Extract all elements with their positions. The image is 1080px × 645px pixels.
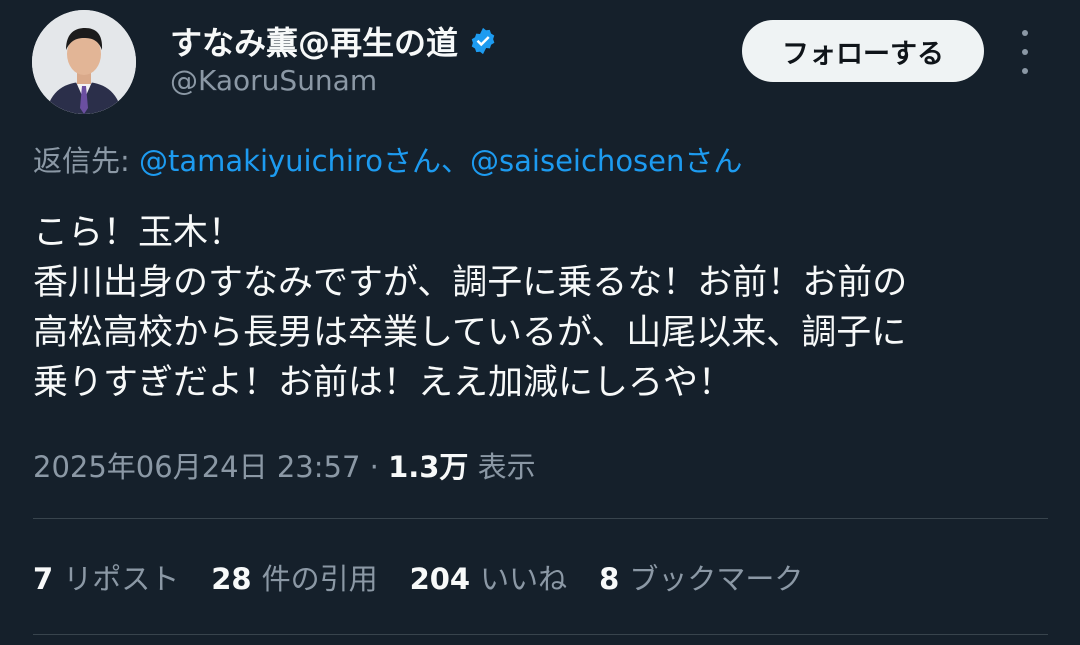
likes-count: 204 — [409, 562, 471, 596]
quotes-stat[interactable]: 28 件の引用 — [211, 556, 377, 598]
reply-prefix: 返信先: — [33, 144, 139, 178]
more-options-icon[interactable] — [1010, 30, 1040, 74]
divider — [33, 518, 1048, 519]
mention-link-saiseichosen[interactable]: @saiseichosen — [470, 144, 684, 178]
mention-suffix-1[interactable]: さん、 — [383, 144, 470, 178]
likes-stat[interactable]: 204 いいね — [410, 556, 568, 598]
reposts-stat[interactable]: 7 リポスト — [33, 556, 179, 598]
timestamp-link[interactable]: 2025年06月24日 23:57 — [33, 450, 360, 484]
display-name[interactable]: すなみ薫@再生の道 — [170, 18, 498, 64]
bookmarks-label: ブックマーク — [629, 562, 804, 596]
tweet-meta: 2025年06月24日 23:57 · 1.3万 表示 — [33, 444, 536, 486]
verified-badge-icon — [471, 27, 495, 55]
display-name-text[interactable]: すなみ薫@再生の道 — [170, 18, 458, 64]
user-handle[interactable]: @KaoruSunam — [170, 64, 377, 97]
likes-label: いいね — [480, 562, 568, 596]
reply-to-line: 返信先: @tamakiyuichiroさん、@saiseichosenさん — [33, 138, 742, 180]
tweet-line: 高松高校から長男は卒業しているが、山尾以来、調子に — [33, 313, 907, 353]
reposts-count: 7 — [33, 562, 54, 596]
follow-button[interactable]: フォローする — [742, 20, 984, 82]
mention-suffix-2[interactable]: さん — [684, 144, 742, 178]
bookmarks-stat[interactable]: 8 ブックマーク — [599, 556, 803, 598]
engagement-stats: 7 リポスト 28 件の引用 204 いいね 8 ブックマーク — [33, 556, 803, 598]
avatar[interactable] — [32, 10, 136, 114]
profile-photo — [32, 10, 136, 114]
mention-link-tamakiyuichiro[interactable]: @tamakiyuichiro — [139, 144, 383, 178]
views-label: 表示 — [468, 450, 536, 484]
divider — [33, 634, 1048, 635]
tweet-line: 乗りすぎだよ！お前は！ええ加減にしろや！ — [33, 363, 734, 403]
tweet-line: こら！玉木！ — [33, 213, 244, 253]
views-count: 1.3万 — [388, 450, 469, 484]
reposts-label: リポスト — [63, 562, 180, 596]
quotes-label: 件の引用 — [261, 562, 378, 596]
quotes-count: 28 — [211, 562, 252, 596]
tweet-line: 香川出身のすなみですが、調子に乗るな！お前！お前の — [33, 263, 908, 303]
bookmarks-count: 8 — [599, 562, 620, 596]
meta-separator: · — [360, 450, 389, 484]
tweet-text: こら！玉木！ 香川出身のすなみですが、調子に乗るな！お前！お前の 高松高校から長… — [33, 208, 1053, 408]
